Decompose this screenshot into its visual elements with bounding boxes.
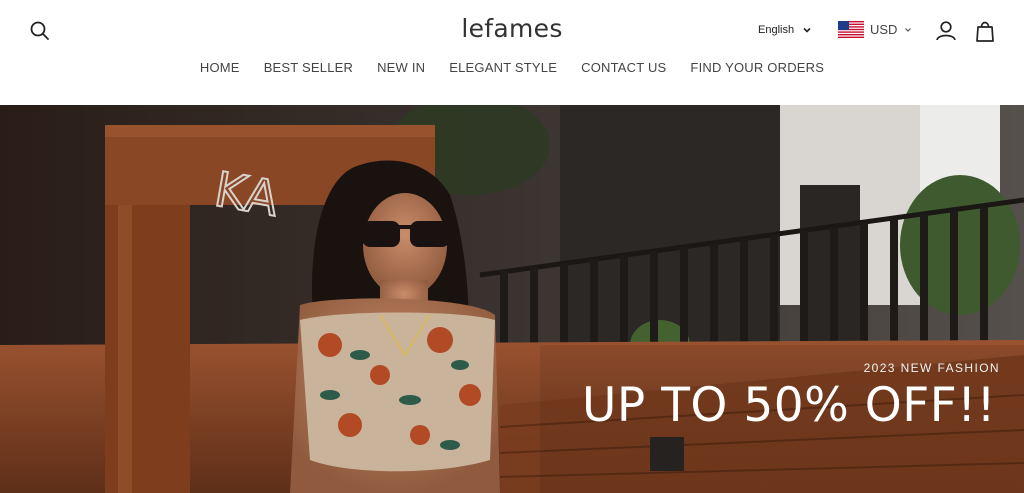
chevron-down-icon [905, 27, 912, 32]
user-icon[interactable] [934, 19, 958, 43]
language-select[interactable]: English [758, 24, 812, 36]
nav-item-best-seller[interactable]: BEST SELLER [264, 60, 353, 75]
shopping-bag-icon[interactable] [974, 19, 996, 43]
us-flag-icon [838, 21, 864, 38]
nav-item-home[interactable]: HOME [200, 60, 240, 75]
hero-subtitle: 2023 NEW FASHION [863, 361, 1000, 375]
nav-item-elegant-style[interactable]: ELEGANT STYLE [449, 60, 557, 75]
currency-select[interactable]: USD [838, 21, 913, 38]
nav-item-new-in[interactable]: NEW IN [377, 60, 425, 75]
nav-item-find-orders[interactable]: FIND YOUR ORDERS [690, 60, 824, 75]
sign-text: KA [210, 162, 282, 228]
site-header: lefames English USD HOME BEST SELLER NEW… [0, 0, 1024, 105]
chevron-down-icon [803, 27, 811, 33]
main-nav: HOME BEST SELLER NEW IN ELEGANT STYLE CO… [0, 60, 1024, 75]
currency-label: USD [870, 22, 898, 37]
hero-title: UP TO 50% OFF!! [582, 378, 996, 433]
hero-banner[interactable]: KA 2023 NEW FASHION UP TO 50% OFF!! [0, 105, 1024, 493]
hero-image: KA [0, 105, 1024, 493]
nav-item-contact-us[interactable]: CONTACT US [581, 60, 666, 75]
language-label: English [758, 24, 795, 36]
